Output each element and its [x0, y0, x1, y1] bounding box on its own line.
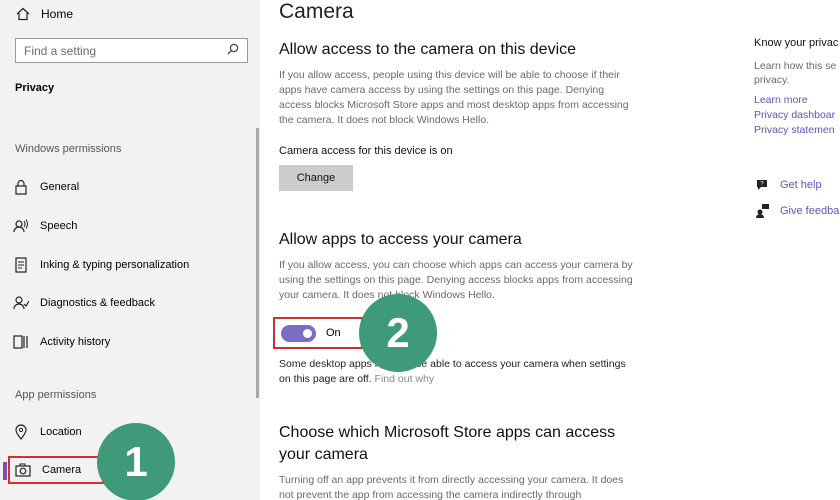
toggle-knob [303, 328, 312, 338]
give-feedback-label: Give feedba [780, 204, 840, 217]
apps-access-description: If you allow access, you can choose whic… [279, 259, 633, 301]
toggle-state-label: On [326, 327, 341, 339]
sidebar-item-label: Inking & typing personalization [40, 259, 190, 271]
sidebar-item-inking[interactable]: Inking & typing personalization [12, 254, 189, 276]
step-2-badge: 2 [359, 294, 437, 372]
device-access-description: If you allow access, people using this d… [279, 69, 629, 126]
know-privacy-title: Know your privac [754, 37, 839, 49]
home-icon [16, 7, 32, 21]
diagnostics-icon [12, 294, 30, 312]
find-out-why-link[interactable]: Find out why [375, 373, 435, 385]
selected-indicator [3, 462, 7, 480]
get-help-link[interactable]: ? Get help [754, 178, 822, 192]
sidebar-item-diagnostics[interactable]: Diagnostics & feedback [12, 292, 155, 314]
sidebar-item-label: Camera [42, 464, 82, 476]
privacy-dashboard-link[interactable]: Privacy dashboar [754, 108, 835, 123]
app-permissions-heading: App permissions [15, 389, 97, 401]
sidebar-item-location[interactable]: Location [12, 421, 82, 443]
change-button[interactable]: Change [279, 165, 353, 191]
desktop-apps-note: Some desktop apps may still be able to a… [279, 357, 639, 387]
sidebar-item-label: Location [40, 426, 82, 438]
search-placeholder: Find a setting [24, 43, 97, 58]
activity-history-icon [12, 333, 30, 351]
right-panel-text-2: privacy. [754, 74, 790, 86]
windows-permissions-heading: Windows permissions [15, 143, 122, 155]
desktop-apps-note-text: Some desktop apps may still be able to a… [279, 358, 626, 385]
search-icon[interactable] [227, 43, 239, 58]
right-panel-text-1: Learn how this se [754, 60, 837, 72]
home-label: Home [41, 7, 74, 21]
sidebar-item-label: Speech [40, 220, 78, 232]
sidebar-item-label: Activity history [40, 336, 111, 348]
privacy-statement-link[interactable]: Privacy statemen [754, 123, 835, 138]
right-panel: Know your privac [754, 37, 838, 49]
search-input[interactable]: Find a setting [15, 38, 248, 63]
apps-access-toggle[interactable]: On [273, 317, 363, 349]
sidebar-item-label: Diagnostics & feedback [40, 297, 155, 309]
sidebar-item-speech[interactable]: Speech [12, 215, 77, 237]
location-icon [12, 423, 30, 441]
privacy-heading: Privacy [15, 82, 55, 94]
give-feedback-link[interactable]: Give feedba [754, 203, 839, 218]
store-apps-description: Turning off an app prevents it from dire… [279, 474, 624, 500]
home-link[interactable]: Home [16, 5, 73, 23]
apps-access-heading: Allow apps to access your camera [279, 231, 522, 248]
feedback-icon [754, 203, 770, 218]
page-title: Camera [279, 0, 354, 23]
toggle-switch[interactable] [281, 324, 316, 342]
inking-icon [12, 256, 30, 274]
device-access-status: Camera access for this device is on [279, 145, 453, 157]
sidebar-item-activity-history[interactable]: Activity history [12, 331, 110, 353]
get-help-label: Get help [780, 179, 822, 191]
sidebar-item-camera[interactable]: Camera [8, 456, 104, 484]
store-apps-heading-cont: your camera [279, 446, 368, 463]
sidebar-item-label: General [40, 181, 80, 193]
sidebar-scrollbar[interactable] [256, 128, 259, 398]
speech-icon [12, 217, 30, 235]
help-chat-icon: ? [754, 178, 770, 192]
store-apps-heading: Choose which Microsoft Store apps can ac… [279, 424, 616, 441]
sidebar-item-general[interactable]: General [12, 176, 79, 198]
camera-icon [14, 461, 32, 479]
lock-icon [12, 178, 30, 196]
learn-more-link[interactable]: Learn more [754, 93, 808, 108]
device-access-heading: Allow access to the camera on this devic… [279, 41, 577, 58]
step-1-badge: 1 [97, 423, 175, 500]
